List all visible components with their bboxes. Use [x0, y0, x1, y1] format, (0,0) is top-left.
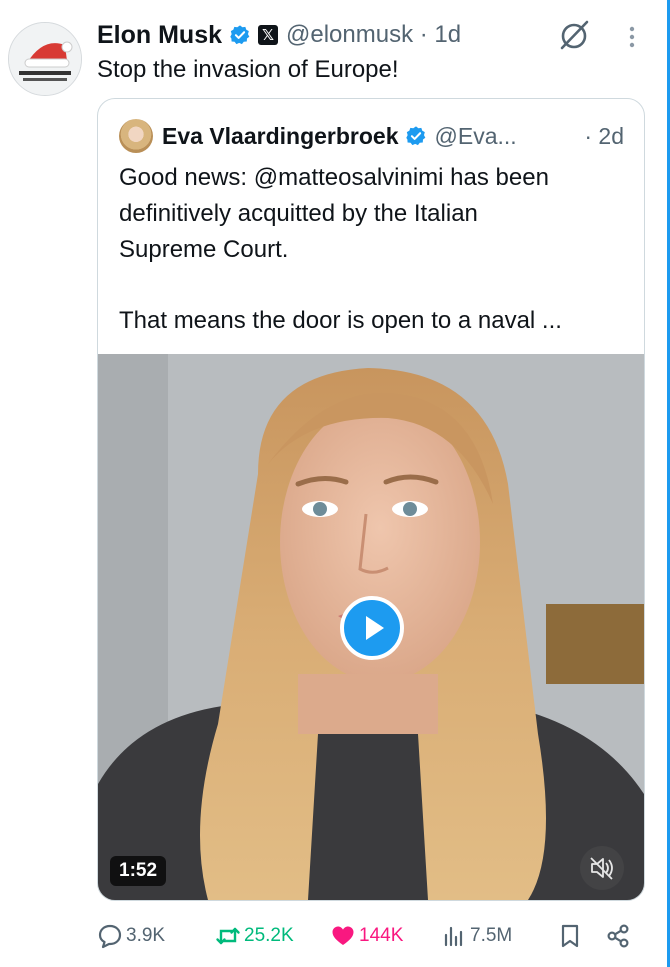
quoted-author-name[interactable]: Eva Vlaardingerbroek	[162, 123, 399, 150]
more-vertical-icon[interactable]	[622, 22, 642, 52]
post-header: Elon Musk 𝕏 @elonmusk · 1d	[97, 18, 461, 52]
verified-badge-icon	[230, 25, 250, 45]
quoted-author-handle[interactable]: @Eva...	[435, 123, 517, 150]
heart-icon	[332, 926, 354, 945]
bookmark-icon	[561, 924, 579, 948]
play-icon	[366, 616, 384, 640]
quoted-text-line: That means the door is open to a naval .…	[119, 307, 562, 334]
video-duration: 1:52	[110, 856, 167, 886]
like-button[interactable]: 144K	[330, 920, 403, 952]
bookmark-button[interactable]	[557, 920, 586, 952]
quoted-text-line: Supreme Court.	[119, 236, 289, 263]
verified-badge-icon	[405, 126, 425, 146]
reply-count: 3.9K	[126, 925, 166, 946]
video-player[interactable]: 1:52	[98, 354, 644, 900]
share-button[interactable]	[605, 920, 634, 952]
post-text: Stop the invasion of Europe!	[97, 56, 399, 83]
author-handle-time[interactable]: @elonmusk · 1d	[286, 21, 461, 49]
quoted-text-line: definitively acquitted by the Italian	[119, 200, 478, 227]
share-icon	[607, 924, 629, 948]
x-logo-icon: 𝕏	[258, 25, 279, 45]
author-avatar[interactable]	[8, 22, 82, 96]
like-count: 144K	[359, 925, 404, 946]
quoted-author-avatar[interactable]	[119, 119, 153, 153]
reply-icon	[98, 924, 122, 949]
views-icon	[444, 926, 463, 947]
quoted-post-header: Eva Vlaardingerbroek @Eva...	[162, 120, 517, 152]
mute-icon	[590, 857, 613, 880]
play-button[interactable]	[340, 596, 404, 660]
author-name[interactable]: Elon Musk	[97, 21, 222, 50]
quoted-post-time[interactable]: · 2d	[584, 120, 624, 152]
quoted-text-line: Good news: @matteosalvinimi has been	[119, 164, 549, 191]
view-count: 7.5M	[470, 925, 513, 946]
repost-button[interactable]: 25.2K	[215, 920, 294, 952]
avatar-image	[9, 23, 81, 95]
mute-button[interactable]	[580, 846, 624, 890]
repost-icon	[216, 927, 240, 945]
quoted-post-card[interactable]: Eva Vlaardingerbroek @Eva... · 2d Good n…	[97, 98, 645, 901]
grok-icon[interactable]	[556, 17, 592, 53]
reply-button[interactable]: 3.9K	[97, 920, 165, 952]
views-button[interactable]: 7.5M	[441, 920, 512, 952]
repost-count: 25.2K	[244, 925, 294, 946]
post-action-bar: 3.9K 25.2K 144K 7.5M	[97, 920, 637, 952]
